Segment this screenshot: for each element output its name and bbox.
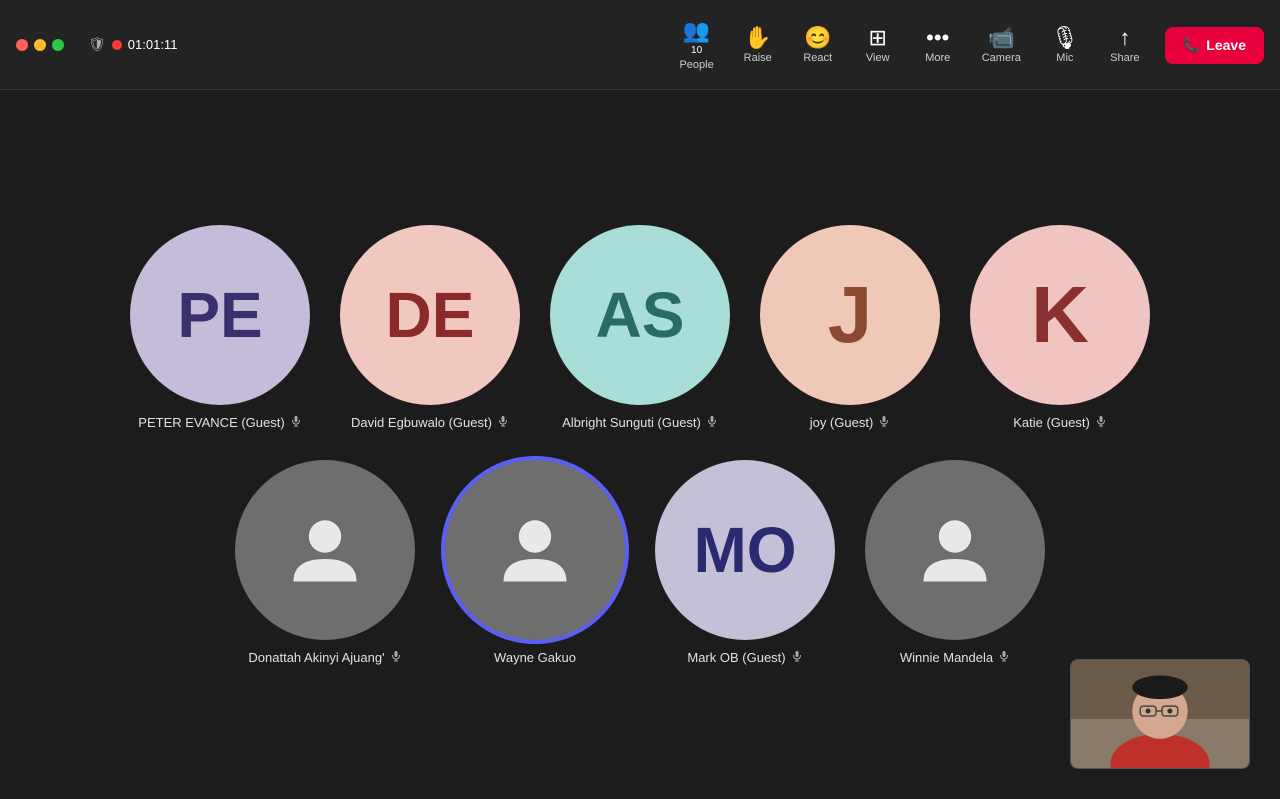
view-icon: ⊞	[869, 27, 887, 49]
people-count: 10	[691, 45, 702, 56]
participant-avatar-wm	[865, 460, 1045, 640]
react-icon: 😊	[804, 27, 831, 49]
participant-row-2: Donattah Akinyi Ajuang' Wayne Gakuo MO Mar…	[235, 460, 1045, 665]
people-icon: 👥	[683, 20, 710, 42]
view-label: View	[866, 52, 890, 64]
camera-label: Camera	[982, 52, 1021, 64]
recording-dot	[112, 40, 122, 50]
share-label: Share	[1110, 52, 1139, 64]
participant-name-k: Katie (Guest)	[1013, 415, 1107, 430]
raise-label: Raise	[744, 52, 772, 64]
header: 🛡 01:01:11 👥 10 People ✋ Raise 😊 React ⊞…	[0, 0, 1280, 90]
mic-muted-icon-k	[1095, 415, 1107, 430]
mic-muted-icon-de	[497, 415, 509, 430]
mic-muted-icon-mo	[791, 650, 803, 665]
participant-name-as: Albright Sunguti (Guest)	[562, 415, 718, 430]
recording-indicator: 🛡 01:01:11	[88, 36, 177, 53]
participant-avatar-as: AS	[550, 225, 730, 405]
mic-muted-icon-pe	[290, 415, 302, 430]
minimize-button[interactable]	[34, 39, 46, 51]
camera-icon: 📹	[988, 27, 1015, 49]
participant-name-wg: Wayne Gakuo	[494, 650, 576, 665]
share-button[interactable]: ↑ Share	[1095, 21, 1155, 70]
participant-wm: Winnie Mandela	[865, 460, 1045, 665]
participant-mo: MO Mark OB (Guest)	[655, 460, 835, 665]
mic-muted-icon-j	[878, 415, 890, 430]
react-button[interactable]: 😊 React	[788, 21, 848, 70]
timer: 01:01:11	[128, 37, 178, 52]
participant-pe: PE PETER EVANCE (Guest)	[130, 225, 310, 430]
participant-name-de: David Egbuwalo (Guest)	[351, 415, 509, 430]
participant-avatar-wg	[445, 460, 625, 640]
raise-icon: ✋	[744, 27, 771, 49]
participant-avatar-pe: PE	[130, 225, 310, 405]
participant-avatar-mo: MO	[655, 460, 835, 640]
participant-de: DE David Egbuwalo (Guest)	[340, 225, 520, 430]
participant-da: Donattah Akinyi Ajuang'	[235, 460, 415, 665]
leave-button[interactable]: 📞 Leave	[1165, 27, 1264, 64]
camera-button[interactable]: 📹 Camera	[968, 21, 1035, 70]
raise-button[interactable]: ✋ Raise	[728, 21, 788, 70]
participant-row-1: PE PETER EVANCE (Guest) DE David Egbuwalo …	[130, 225, 1150, 430]
participant-as: AS Albright Sunguti (Guest)	[550, 225, 730, 430]
header-left: 🛡 01:01:11	[16, 36, 177, 53]
participant-grid: PE PETER EVANCE (Guest) DE David Egbuwalo …	[130, 225, 1150, 665]
people-button[interactable]: 👥 10 People	[665, 14, 727, 77]
more-button[interactable]: ••• More	[908, 21, 968, 70]
participant-wg: Wayne Gakuo	[445, 460, 625, 665]
self-view	[1070, 659, 1250, 769]
participant-name-da: Donattah Akinyi Ajuang'	[248, 650, 401, 665]
participant-name-j: joy (Guest)	[810, 415, 891, 430]
mic-muted-icon-as	[706, 415, 718, 430]
participant-avatar-de: DE	[340, 225, 520, 405]
participant-name-wm: Winnie Mandela	[900, 650, 1010, 665]
participant-j: Jjoy (Guest)	[760, 225, 940, 430]
participant-name-mo: Mark OB (Guest)	[687, 650, 802, 665]
self-view-image	[1071, 660, 1249, 768]
leave-phone-icon: 📞	[1183, 37, 1200, 54]
more-label: More	[925, 52, 950, 64]
participant-avatar-da	[235, 460, 415, 640]
react-label: React	[803, 52, 832, 64]
mic-button[interactable]: 🎙 Mic	[1035, 21, 1095, 70]
share-icon: ↑	[1119, 27, 1130, 49]
mic-icon: 🎙	[1051, 27, 1079, 49]
close-button[interactable]	[16, 39, 28, 51]
participant-k: K Katie (Guest)	[970, 225, 1150, 430]
shield-icon: 🛡	[88, 36, 106, 53]
participant-avatar-k: K	[970, 225, 1150, 405]
toolbar: 👥 10 People ✋ Raise 😊 React ⊞ View ••• M…	[649, 0, 1280, 90]
people-label: People	[679, 59, 713, 71]
more-icon: •••	[926, 27, 949, 49]
participant-name-pe: PETER EVANCE (Guest)	[138, 415, 301, 430]
leave-label: Leave	[1206, 37, 1246, 53]
mic-muted-icon-wm	[998, 650, 1010, 665]
traffic-lights	[16, 39, 64, 51]
mic-muted-icon-da	[390, 650, 402, 665]
mic-label: Mic	[1056, 52, 1073, 64]
participant-avatar-j: J	[760, 225, 940, 405]
main-content: PE PETER EVANCE (Guest) DE David Egbuwalo …	[0, 90, 1280, 799]
view-button[interactable]: ⊞ View	[848, 21, 908, 70]
maximize-button[interactable]	[52, 39, 64, 51]
